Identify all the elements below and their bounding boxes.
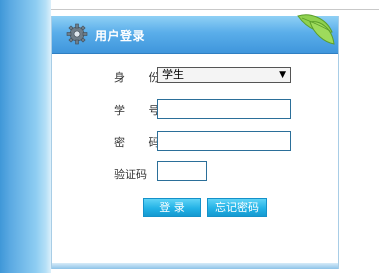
forgot-password-button[interactable]: 忘记密码 bbox=[207, 198, 267, 217]
captcha-label: 验证码 bbox=[114, 168, 147, 181]
left-sidebar-stripe bbox=[0, 0, 51, 273]
login-panel: 用户登录 身 份 学生 ▼ 学 号 密 码 验证码 登 录 忘记密码 bbox=[51, 14, 339, 269]
identity-select-value: 学生 bbox=[162, 68, 184, 81]
student-id-input[interactable] bbox=[157, 99, 291, 119]
password-input[interactable] bbox=[157, 131, 291, 151]
captcha-input[interactable] bbox=[157, 161, 207, 181]
leaf-icon bbox=[297, 14, 335, 45]
chevron-down-icon[interactable]: ▼ bbox=[279, 68, 286, 82]
login-button[interactable]: 登 录 bbox=[143, 198, 201, 217]
gear-icon bbox=[66, 23, 88, 45]
identity-select[interactable]: 学生 ▼ bbox=[157, 67, 291, 83]
panel-header: 用户登录 bbox=[52, 14, 338, 54]
top-border bbox=[51, 0, 379, 10]
panel-title: 用户登录 bbox=[95, 29, 146, 43]
panel-footer bbox=[52, 263, 338, 269]
